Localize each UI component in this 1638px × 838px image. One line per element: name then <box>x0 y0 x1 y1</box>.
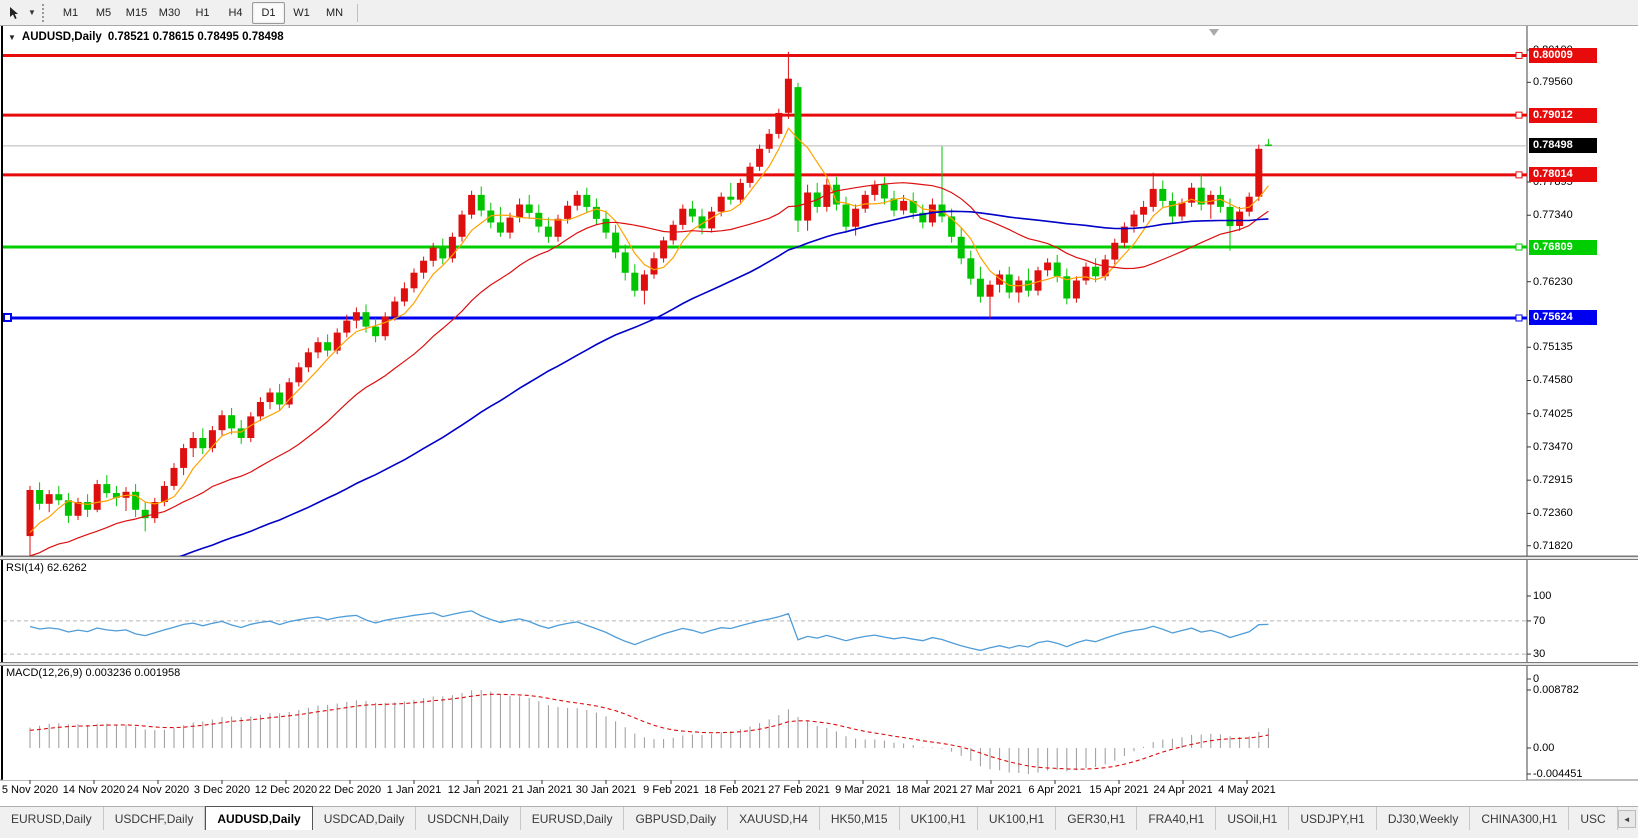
level-price-badge: 0.75624 <box>1529 310 1597 325</box>
chart-tab-usc[interactable]: USC <box>1569 807 1617 831</box>
timeframe-button-d1[interactable]: D1 <box>252 2 285 24</box>
price-tick-label: 0.76230 <box>1533 275 1633 289</box>
chart-tab-dj30-weekly[interactable]: DJ30,Weekly <box>1377 807 1470 831</box>
panel-splitter-rsi[interactable] <box>0 556 1638 560</box>
rsi-indicator-label: RSI(14) 62.6262 <box>6 562 87 574</box>
chart-tab-china300-h1[interactable]: CHINA300,H1 <box>1470 807 1569 831</box>
panel-splitter-macd[interactable] <box>0 662 1638 666</box>
macd-tick-label: 0.00 <box>1533 741 1633 755</box>
level-price-badge: 0.80009 <box>1529 48 1597 63</box>
date-tick-label: 4 May 2021 <box>1205 784 1289 796</box>
price-tick-label: 0.79560 <box>1533 75 1633 89</box>
chart-tab-eurusd-daily[interactable]: EURUSD,Daily <box>0 807 104 831</box>
macd-indicator-label: MACD(12,26,9) 0.003236 0.001958 <box>6 667 180 679</box>
price-tick-label: 0.74580 <box>1533 373 1633 387</box>
chart-tab-audusd-daily[interactable]: AUDUSD,Daily <box>205 806 312 831</box>
price-tick-label: 0.72360 <box>1533 506 1633 520</box>
price-tick-label: 0.75135 <box>1533 340 1633 354</box>
price-tick-label: 0.71820 <box>1533 539 1633 553</box>
level-price-badge: 0.78014 <box>1529 167 1597 182</box>
collapse-arrow-icon[interactable]: ▼ <box>8 33 16 42</box>
chart-tab-usdjpy-h1[interactable]: USDJPY,H1 <box>1289 807 1376 831</box>
current-price-badge: 0.78498 <box>1529 138 1597 153</box>
tab-scroll-left-icon[interactable]: ◄ <box>1618 810 1636 828</box>
chart-tab-bar: EURUSD,DailyUSDCHF,DailyAUDUSD,DailyUSDC… <box>0 806 1638 831</box>
chart-tab-xauusd-h4[interactable]: XAUUSD,H4 <box>728 807 820 831</box>
price-tick-label: 0.72915 <box>1533 473 1633 487</box>
tab-scroll-arrows: ◄► <box>1618 807 1638 831</box>
chart-tab-uk100-h1[interactable]: UK100,H1 <box>978 807 1056 831</box>
cursor-tool-icon[interactable] <box>4 3 26 23</box>
level-price-badge: 0.79012 <box>1529 108 1597 123</box>
chart-tab-eurusd-daily[interactable]: EURUSD,Daily <box>521 807 625 831</box>
timeframe-button-m5[interactable]: M5 <box>87 2 120 24</box>
macd-tick-label: 0.008782 <box>1533 683 1633 697</box>
chart-tab-gbpusd-daily[interactable]: GBPUSD,Daily <box>624 807 728 831</box>
chart-tab-usoil-h1[interactable]: USOil,H1 <box>1216 807 1289 831</box>
rsi-tick-label: 100 <box>1533 589 1633 603</box>
chart-window: ▼ AUDUSD,Daily 0.78521 0.78615 0.78495 0… <box>0 26 1638 806</box>
timeframe-button-w1[interactable]: W1 <box>285 2 318 24</box>
rsi-tick-label: 70 <box>1533 614 1633 628</box>
timeframe-button-m15[interactable]: M15 <box>120 2 153 24</box>
chart-tab-usdcad-daily[interactable]: USDCAD,Daily <box>313 807 417 831</box>
macd-tick-label: -0.004451 <box>1533 767 1633 781</box>
chart-symbol-label: AUDUSD,Daily <box>22 31 102 43</box>
timeframe-button-m1[interactable]: M1 <box>54 2 87 24</box>
chart-title: ▼ AUDUSD,Daily 0.78521 0.78615 0.78495 0… <box>8 31 284 43</box>
chart-tab-hk50-m15[interactable]: HK50,M15 <box>820 807 900 831</box>
price-tick-label: 0.73470 <box>1533 440 1633 454</box>
chart-ohlc-values: 0.78521 0.78615 0.78495 0.78498 <box>108 31 284 43</box>
chart-tab-ger30-h1[interactable]: GER30,H1 <box>1056 807 1137 831</box>
chart-tab-uk100-h1[interactable]: UK100,H1 <box>900 807 978 831</box>
rsi-tick-label: 30 <box>1533 647 1633 661</box>
toolbar-grip-handle[interactable] <box>42 4 50 22</box>
chart-tab-fra40-h1[interactable]: FRA40,H1 <box>1137 807 1216 831</box>
timeframe-button-m30[interactable]: M30 <box>153 2 186 24</box>
timeframe-button-h1[interactable]: H1 <box>186 2 219 24</box>
chevron-down-icon[interactable]: ▼ <box>26 3 38 23</box>
timeframe-toolbar: ▼ M1M5M15M30H1H4D1W1MN <box>0 0 1638 26</box>
toolbar-separator <box>357 4 358 22</box>
chart-tab-usdchf-daily[interactable]: USDCHF,Daily <box>104 807 206 831</box>
timeframe-buttons: M1M5M15M30H1H4D1W1MN <box>54 2 351 24</box>
timeframe-button-h4[interactable]: H4 <box>219 2 252 24</box>
price-tick-label: 0.77340 <box>1533 208 1633 222</box>
price-chart-canvas[interactable] <box>0 26 1638 806</box>
mt4-trading-platform: { "toolbar": { "cursor_tool_icon": "poin… <box>0 0 1638 838</box>
level-price-badge: 0.76809 <box>1529 240 1597 255</box>
price-tick-label: 0.74025 <box>1533 407 1633 421</box>
timeframe-button-mn[interactable]: MN <box>318 2 351 24</box>
chart-tab-usdcnh-daily[interactable]: USDCNH,Daily <box>416 807 520 831</box>
window-bottom-strip <box>0 830 1638 838</box>
